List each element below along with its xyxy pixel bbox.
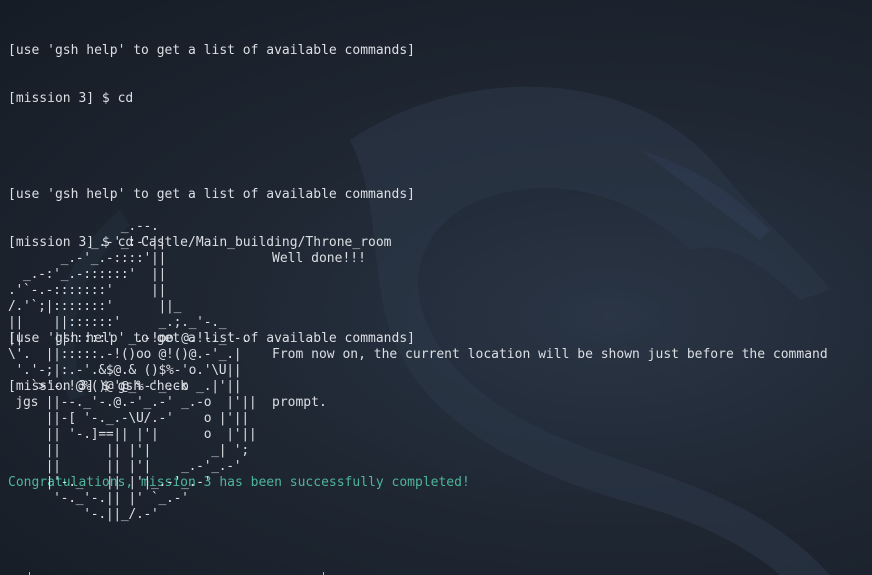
hint-line: [use 'gsh help' to get a list of availab… [8,187,415,202]
hint-line: [use 'gsh help' to get a list of availab… [8,43,415,58]
completion-message: Well done!!! From now on, the current lo… [272,219,828,427]
prompt-line: [mission 3] $ cd [8,91,134,106]
location-info-text-cont: prompt. [272,395,327,410]
next-prompt-edge [0,571,872,575]
castle-ascii-art: _.--. _.-'_:-'|| _.-'_.-::::'|| _.-:'_.-… [8,219,257,522]
well-done-text: Well done!!! [272,251,366,266]
location-info-text: From now on, the current location will b… [272,347,828,362]
